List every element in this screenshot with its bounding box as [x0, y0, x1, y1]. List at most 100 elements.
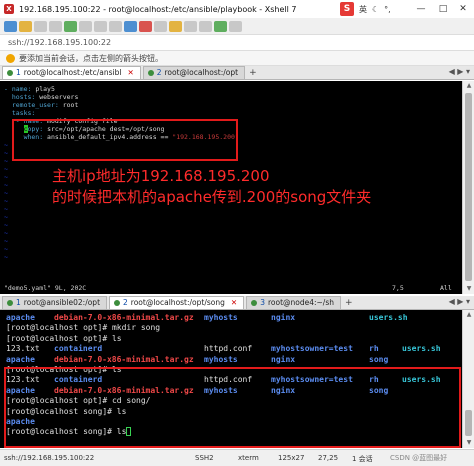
help-icon[interactable]: [229, 20, 242, 32]
connected-icon: [114, 300, 121, 306]
keyboard-icon[interactable]: [184, 20, 197, 32]
tilde-line: ~: [4, 245, 8, 253]
paste-icon[interactable]: [79, 20, 92, 32]
find-icon[interactable]: [94, 20, 107, 32]
code-line: hosts: webservers: [4, 93, 79, 101]
tab-node-3[interactable]: 3 root@node4:~/sh: [246, 296, 341, 309]
connected-icon: [7, 300, 13, 306]
copy-icon[interactable]: [64, 20, 77, 32]
tab-label: root@node4:~/sh: [267, 298, 334, 307]
close-tab-icon[interactable]: ✕: [127, 67, 133, 79]
connected-icon: [7, 70, 13, 76]
ime-punct-icon[interactable]: °,: [384, 5, 391, 14]
top-tab-bar: 1 root@localhost:/etc/ansibl ✕ 2 root@lo…: [0, 66, 474, 80]
code-line: remote_user: root: [4, 101, 79, 109]
tab-number: 2: [123, 298, 128, 307]
terminal-line: [root@localhost opt]# ls: [6, 333, 122, 343]
add-tab-icon[interactable]: +: [345, 297, 353, 309]
tab-nav-arrows-icon[interactable]: ◀ ▶ ▾: [449, 297, 470, 306]
scroll-down-icon[interactable]: ▼: [463, 438, 474, 448]
status-term: xterm: [238, 454, 259, 462]
tab-node-2[interactable]: 2 root@localhost:/opt/song ✕: [109, 296, 245, 309]
bottom-tab-bar: 1 root@ansible02:/opt 2 root@localhost:/…: [0, 296, 474, 310]
vim-status-all: All: [440, 284, 452, 292]
tab-number: 3: [260, 298, 265, 307]
fullscreen-icon[interactable]: [199, 20, 212, 32]
tilde-line: ~: [4, 213, 8, 221]
tip-icon: [6, 53, 15, 63]
annotation-line-2: 的时候把本机的apache传到.200的song文件夹: [52, 188, 372, 206]
close-button[interactable]: ✕: [452, 0, 474, 18]
connected-icon: [251, 300, 258, 306]
address-bar[interactable]: ssh://192.168.195.100:22: [0, 35, 474, 51]
print-icon[interactable]: [109, 20, 122, 32]
code-line: - name: play5: [4, 85, 55, 93]
new-session-icon[interactable]: [4, 20, 17, 32]
tab-session-1[interactable]: 1 root@localhost:/etc/ansibl ✕: [2, 66, 141, 79]
scroll-down-icon[interactable]: ▼: [463, 284, 474, 294]
terminal-line: [root@localhost opt]# mkdir song: [6, 323, 161, 333]
status-bar: ssh://192.168.195.100:22 SSH2 xterm 125x…: [0, 449, 474, 466]
vim-status-position: 7,5: [392, 284, 404, 292]
connected-icon: [147, 70, 154, 76]
status-protocol: SSH2: [195, 454, 214, 462]
status-address: ssh://192.168.195.100:22: [4, 454, 95, 462]
tab-nav-arrows-icon[interactable]: ◀ ▶ ▾: [449, 67, 470, 76]
ime-moon-icon[interactable]: ☾: [372, 5, 379, 14]
annotation-line-1: 主机ip地址为192.168.195.200: [52, 167, 270, 185]
annotation-text: 主机ip地址为192.168.195.200 的时候把本机的apache传到.2…: [52, 166, 371, 208]
disconnect-icon[interactable]: [49, 20, 62, 32]
xftp-icon[interactable]: [139, 20, 152, 32]
scroll-up-icon[interactable]: ▲: [463, 310, 474, 320]
tab-number: 2: [156, 68, 162, 77]
tilde-line: ~: [4, 253, 8, 261]
tilde-line: ~: [4, 229, 8, 237]
terminal-scrollbar[interactable]: ▲ ▼: [462, 310, 474, 448]
tab-session-2[interactable]: 2 root@localhost:/opt: [142, 66, 246, 79]
lock-icon[interactable]: [169, 20, 182, 32]
xshell-app-icon: X: [4, 4, 14, 14]
maximize-button[interactable]: □: [432, 0, 454, 18]
tilde-line: ~: [4, 237, 8, 245]
open-folder-icon[interactable]: [19, 20, 32, 32]
address-input[interactable]: ssh://192.168.195.100:22: [8, 38, 111, 47]
ime-lang-label[interactable]: 英: [359, 4, 367, 15]
terminal-line: 123.txt containerd httpd.conf myhostsown…: [6, 344, 441, 354]
tilde-line: ~: [4, 221, 8, 229]
scroll-thumb[interactable]: [465, 410, 472, 436]
scroll-up-icon[interactable]: ▲: [463, 81, 474, 91]
font-icon[interactable]: [154, 20, 167, 32]
status-sessions: 1 会话: [352, 455, 373, 463]
tab-label: root@ansible02:/opt: [23, 298, 101, 307]
tip-text: 要添加当前会话，点击左侧的箭头按钮。: [19, 53, 163, 63]
ime-toolbar[interactable]: S 英 ☾ °,: [340, 2, 391, 16]
code-line: tasks:: [4, 109, 36, 117]
vim-status-file: "demo5.yaml" 9L, 202C: [4, 284, 87, 292]
globe-icon[interactable]: [124, 20, 137, 32]
scroll-thumb[interactable]: [465, 93, 472, 281]
close-tab-icon[interactable]: ✕: [231, 297, 237, 309]
tab-label: root@localhost:/opt: [164, 68, 239, 77]
toolbar: [0, 18, 474, 35]
vim-scrollbar[interactable]: ▲ ▼: [462, 81, 474, 294]
watermark: CSDN @蓝图最好: [390, 454, 448, 462]
tab-label: root@localhost:/opt/song: [130, 298, 225, 307]
title-bar: X 192.168.195.100:22 - root@localhost:/e…: [0, 0, 474, 18]
highlight-box-result: [4, 367, 461, 448]
tip-bar: 要添加当前会话，点击左侧的箭头按钮。: [0, 51, 474, 66]
status-position: 27,25: [318, 454, 339, 462]
script-icon[interactable]: [214, 20, 227, 32]
highlight-box-task: [12, 119, 238, 161]
minimize-button[interactable]: —: [410, 0, 432, 18]
tab-number: 1: [16, 68, 21, 77]
terminal-line: apache debian-7.0-x86-minimal.tar.gz myh…: [6, 313, 408, 322]
window-title: 192.168.195.100:22 - root@localhost:/etc…: [19, 4, 297, 14]
sogou-ime-icon[interactable]: S: [340, 2, 354, 16]
connect-icon[interactable]: [34, 20, 47, 32]
add-tab-icon[interactable]: +: [249, 67, 257, 79]
tab-number: 1: [16, 298, 21, 307]
terminal-line: apache debian-7.0-x86-minimal.tar.gz myh…: [6, 354, 389, 364]
tab-label: root@localhost:/etc/ansibl: [23, 68, 122, 77]
status-size: 125x27: [278, 454, 305, 462]
tab-node-1[interactable]: 1 root@ansible02:/opt: [2, 296, 108, 309]
